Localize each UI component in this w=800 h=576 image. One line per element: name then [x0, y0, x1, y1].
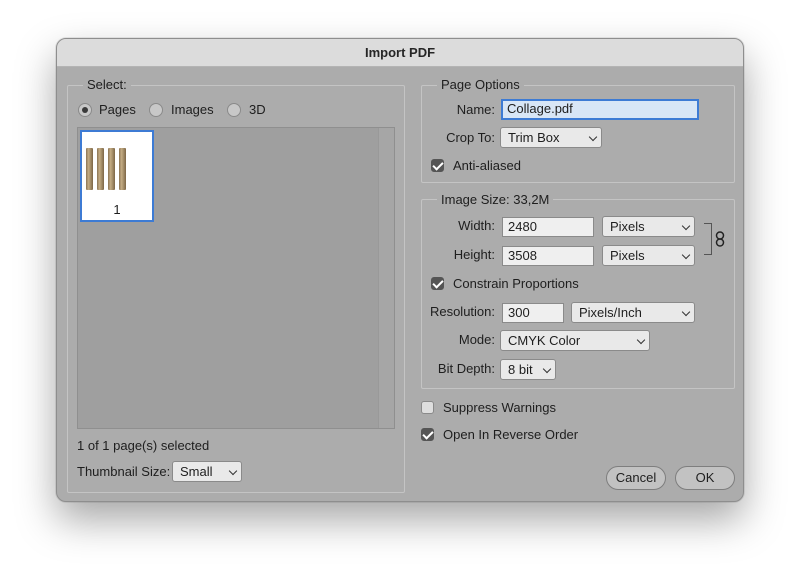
crop-to-select[interactable]: Trim Box	[500, 127, 602, 148]
import-pdf-dialog: Import PDF Select: Pages Images 3D 1 1 o…	[56, 38, 744, 502]
mode-value: CMYK Color	[508, 333, 581, 348]
thumbnail-size-select[interactable]: Small	[172, 461, 242, 482]
page-thumbnail[interactable]: 1	[80, 130, 154, 222]
height-field[interactable]: 3508	[502, 246, 594, 266]
height-label: Height:	[453, 247, 495, 262]
selection-status: 1 of 1 page(s) selected	[77, 438, 210, 453]
resolution-unit-select[interactable]: Pixels/Inch	[571, 302, 695, 323]
width-unit-value: Pixels	[610, 219, 645, 234]
chain-link-icon[interactable]	[715, 231, 725, 247]
radio-3d[interactable]	[227, 103, 241, 117]
width-unit-select[interactable]: Pixels	[602, 216, 695, 237]
anti-aliased-label[interactable]: Anti-aliased	[453, 157, 521, 175]
chevron-down-icon	[681, 307, 691, 317]
height-unit-select[interactable]: Pixels	[602, 245, 695, 266]
radio-3d-label[interactable]: 3D	[249, 101, 266, 119]
resolution-unit-value: Pixels/Inch	[579, 305, 642, 320]
thumbnail-area[interactable]: 1	[77, 127, 395, 429]
page-options-legend: Page Options	[437, 78, 524, 92]
radio-images[interactable]	[149, 103, 163, 117]
chevron-down-icon	[228, 466, 238, 476]
crop-to-label: Crop To:	[446, 130, 495, 145]
chevron-down-icon	[681, 221, 691, 231]
suppress-warnings-label[interactable]: Suppress Warnings	[443, 399, 556, 417]
constrain-proportions-checkbox[interactable]	[431, 277, 444, 290]
select-legend: Select:	[83, 78, 131, 92]
crop-to-value: Trim Box	[508, 130, 560, 145]
mode-select[interactable]: CMYK Color	[500, 330, 650, 351]
constrain-proportions-label[interactable]: Constrain Proportions	[453, 275, 579, 293]
radio-pages-label[interactable]: Pages	[99, 101, 136, 119]
plank-3	[108, 148, 115, 190]
thumbnail-image	[82, 132, 152, 202]
chevron-down-icon	[636, 335, 646, 345]
width-label: Width:	[458, 218, 495, 233]
cancel-button[interactable]: Cancel	[606, 466, 666, 490]
bit-depth-value: 8 bit	[508, 362, 533, 377]
chevron-down-icon	[542, 364, 552, 374]
image-size-legend: Image Size: 33,2M	[437, 193, 554, 207]
plank-1	[86, 148, 93, 190]
thumbnail-size-value: Small	[180, 464, 213, 479]
name-label: Name:	[456, 102, 495, 117]
radio-pages[interactable]	[78, 103, 92, 117]
link-bracket	[704, 223, 712, 255]
thumbnail-scrollbar[interactable]	[378, 128, 394, 428]
thumbnail-size-label: Thumbnail Size:	[77, 464, 171, 479]
mode-label: Mode:	[458, 332, 495, 347]
radio-images-label[interactable]: Images	[171, 101, 214, 119]
chevron-down-icon	[681, 250, 691, 260]
reverse-order-checkbox[interactable]	[421, 428, 434, 441]
resolution-field[interactable]: 300	[502, 303, 564, 323]
width-field[interactable]: 2480	[502, 217, 594, 237]
dialog-title: Import PDF	[57, 39, 743, 67]
page-number: 1	[113, 202, 121, 217]
plank-4	[119, 148, 126, 190]
anti-aliased-checkbox[interactable]	[431, 159, 444, 172]
name-field[interactable]: Collage.pdf	[501, 99, 699, 120]
bit-depth-label: Bit Depth:	[437, 361, 495, 376]
bit-depth-select[interactable]: 8 bit	[500, 359, 556, 380]
ok-button[interactable]: OK	[675, 466, 735, 490]
suppress-warnings-checkbox[interactable]	[421, 401, 434, 414]
height-unit-value: Pixels	[610, 248, 645, 263]
reverse-order-label[interactable]: Open In Reverse Order	[443, 426, 578, 444]
plank-2	[97, 148, 104, 190]
chevron-down-icon	[588, 132, 598, 142]
resolution-label: Resolution:	[429, 304, 495, 319]
